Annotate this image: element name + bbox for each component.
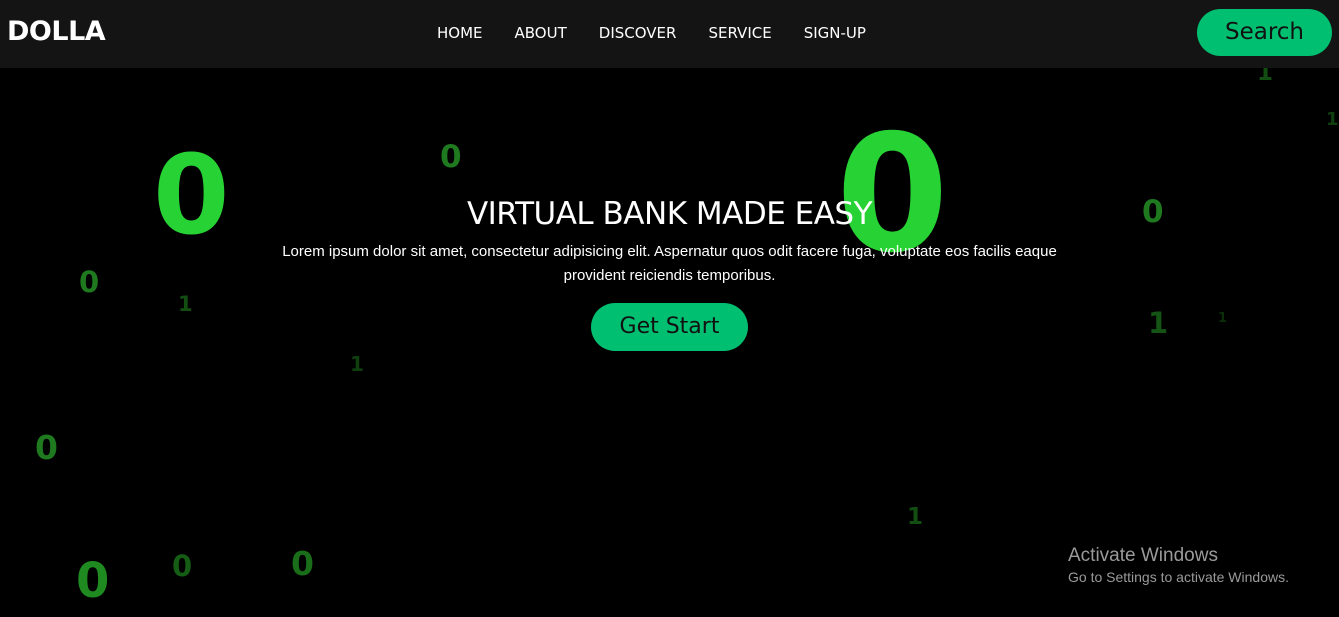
hero-section: VIRTUAL BANK MADE EASY Lorem ipsum dolor… (0, 68, 1339, 617)
nav-link-sign-up[interactable]: SIGN-UP (804, 23, 866, 43)
nav-link-service[interactable]: SERVICE (708, 23, 771, 43)
hero-description: Lorem ipsum dolor sit amet, consectetur … (282, 243, 1057, 284)
hero-title: VIRTUAL BANK MADE EASY (466, 196, 873, 232)
nav-link-about[interactable]: ABOUT (515, 23, 567, 43)
nav-links: HOME ABOUT DISCOVER SERVICE SIGN-UP (437, 23, 866, 43)
nav-link-discover[interactable]: DISCOVER (599, 23, 677, 43)
top-navbar: DOLLA HOME ABOUT DISCOVER SERVICE SIGN-U… (0, 0, 1339, 68)
get-start-button[interactable]: Get Start (591, 303, 748, 351)
nav-link-home[interactable]: HOME (437, 23, 483, 43)
logo[interactable]: DOLLA (7, 15, 106, 49)
search-button[interactable]: Search (1197, 9, 1332, 56)
